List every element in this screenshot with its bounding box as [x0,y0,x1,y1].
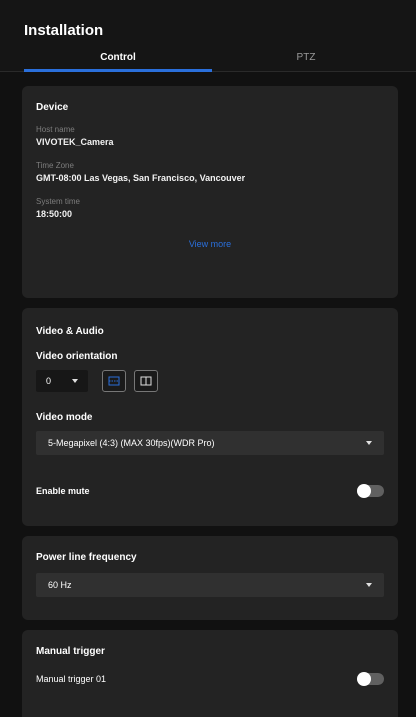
enable-mute-row: Enable mute [36,484,384,498]
system-time-value: 18:50:00 [36,209,73,219]
chevron-down-icon [366,583,372,587]
power-line-card-title: Power line frequency [36,552,137,563]
video-audio-card-title: Video & Audio [36,326,104,337]
video-mode-value: 5-Megapixel (4:3) (MAX 30fps)(WDR Pro) [48,438,215,448]
video-mode-label: Video mode [36,412,93,423]
manual-trigger-row: Manual trigger 01 [36,672,384,686]
flip-vertical-button[interactable] [102,370,126,392]
content-scroll-area[interactable]: Device Host name VIVOTEK_Camera Time Zon… [0,72,416,717]
video-orientation-label: Video orientation [36,351,118,362]
video-audio-card: Video & Audio Video orientation 0 Video … [22,308,398,526]
manual-trigger-card: Manual trigger Manual trigger 01 [22,630,398,717]
host-name-label: Host name [36,125,75,134]
power-line-frequency-select[interactable]: 60 Hz [36,573,384,597]
toggle-knob [357,672,371,686]
power-line-frequency-value: 60 Hz [48,580,72,590]
manual-trigger-label: Manual trigger 01 [36,674,107,684]
manual-trigger-card-title: Manual trigger [36,646,105,657]
video-orientation-row: 0 [36,370,384,392]
enable-mute-label: Enable mute [36,486,90,496]
manual-trigger-toggle[interactable] [357,672,384,686]
app-window: Installation Control PTZ Device Host nam… [0,0,416,717]
header: Installation Control PTZ [0,0,416,72]
power-line-card: Power line frequency 60 Hz [22,536,398,620]
flip-horizontal-icon [140,376,152,386]
tab-control[interactable]: Control [24,48,212,72]
time-zone-label: Time Zone [36,161,74,170]
video-orientation-value: 0 [46,376,52,386]
video-orientation-select[interactable]: 0 [36,370,88,392]
enable-mute-toggle[interactable] [357,484,384,498]
time-zone-value: GMT-08:00 Las Vegas, San Francisco, Vanc… [36,173,246,183]
chevron-down-icon [72,379,78,383]
flip-vertical-icon [108,376,120,386]
system-time-label: System time [36,197,81,206]
chevron-down-icon [366,441,372,445]
video-mode-select[interactable]: 5-Megapixel (4:3) (MAX 30fps)(WDR Pro) [36,431,384,455]
host-name-value: VIVOTEK_Camera [36,137,114,147]
flip-horizontal-button[interactable] [134,370,158,392]
device-card: Device Host name VIVOTEK_Camera Time Zon… [22,86,398,298]
page-title: Installation [24,22,104,39]
tab-ptz[interactable]: PTZ [212,48,400,72]
toggle-knob [357,484,371,498]
device-card-title: Device [36,102,69,113]
tab-bar: Control PTZ [24,48,400,72]
view-more-link[interactable]: View more [36,233,384,257]
